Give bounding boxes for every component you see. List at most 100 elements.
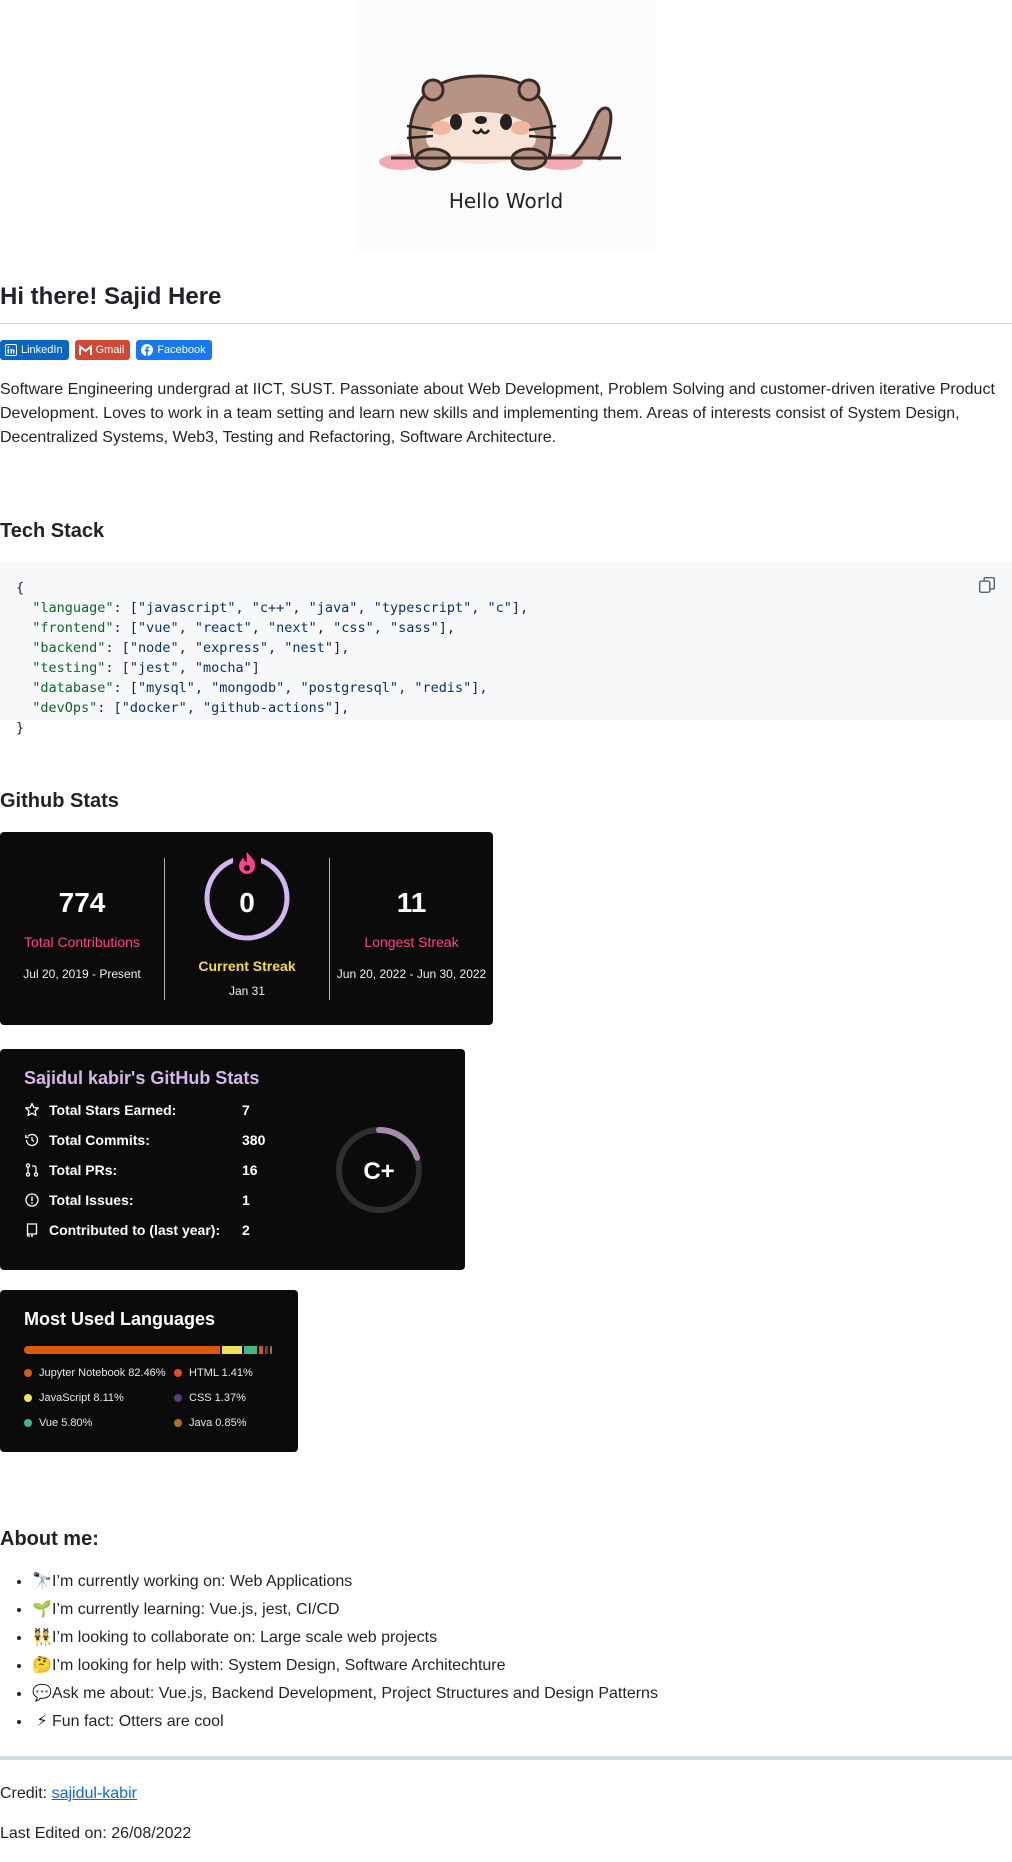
history-icon bbox=[25, 1133, 39, 1147]
divider bbox=[0, 1756, 1012, 1760]
stat-row-issues: Total Issues: 1 bbox=[24, 1190, 250, 1210]
about-list-item: 👯I’m looking to collaborate on: Large sc… bbox=[32, 1624, 1012, 1652]
bio-paragraph: Software Engineering undergrad at IICT, … bbox=[0, 381, 995, 446]
linkedin-label: LinkedIn bbox=[21, 343, 63, 356]
stat-value: 7 bbox=[242, 1101, 250, 1118]
language-label: CSS 1.37% bbox=[189, 1392, 246, 1404]
linkedin-badge[interactable]: LinkedIn bbox=[0, 340, 69, 360]
emoji-icon: 💬 bbox=[32, 1685, 52, 1702]
gmail-badge[interactable]: Gmail bbox=[74, 340, 131, 360]
language-label: JavaScript 8.11% bbox=[39, 1392, 124, 1404]
language-bar-segment bbox=[269, 1346, 272, 1354]
language-bar-segment bbox=[222, 1346, 242, 1354]
github-stats-card: Sajidul kabir's GitHub Stats Total Stars… bbox=[0, 1049, 465, 1270]
hero-caption: Hello World bbox=[448, 189, 564, 213]
emoji-icon: 🔭 bbox=[32, 1573, 52, 1590]
longest-streak-column: 11 Longest Streak Jun 20, 2022 - Jun 30,… bbox=[330, 832, 493, 1025]
language-legend-item: CSS 1.37% bbox=[174, 1390, 246, 1407]
copy-icon[interactable] bbox=[978, 576, 996, 594]
current-streak-dates: Jan 31 bbox=[228, 984, 266, 998]
credit-line: Credit: sajidul-kabir bbox=[0, 1782, 1012, 1806]
language-label: Vue 5.80% bbox=[39, 1417, 93, 1429]
stat-row-stars: Total Stars Earned: 7 bbox=[24, 1100, 250, 1120]
longest-streak-label: Longest Streak bbox=[364, 934, 459, 950]
facebook-label: Facebook bbox=[157, 343, 206, 356]
language-legend-item: HTML 1.41% bbox=[174, 1365, 253, 1382]
tech-stack-code-block: { "language": ["javascript", "c++", "jav… bbox=[0, 562, 1012, 736]
emoji-icon: 🤔 bbox=[32, 1657, 52, 1674]
code-line: "backend": ["node", "express", "nest"], bbox=[32, 640, 350, 656]
language-color-dot bbox=[174, 1369, 182, 1378]
language-label: Java 0.85% bbox=[189, 1417, 247, 1429]
language-legend-item: Jupyter Notebook 82.46% bbox=[24, 1365, 166, 1382]
about-heading: About me: bbox=[0, 1528, 99, 1550]
total-contributions-label: Total Contributions bbox=[24, 934, 140, 950]
language-color-dot bbox=[24, 1369, 32, 1378]
facebook-badge[interactable]: Facebook bbox=[136, 340, 212, 360]
language-legend-item: Java 0.85% bbox=[174, 1415, 246, 1432]
about-item-text: I’m currently working on: Web Applicatio… bbox=[52, 1573, 353, 1590]
code-content: { "language": ["javascript", "c++", "jav… bbox=[16, 578, 996, 738]
social-badges: LinkedIn Gmail Facebook bbox=[0, 340, 1012, 360]
language-color-dot bbox=[174, 1419, 182, 1428]
issue-icon bbox=[25, 1193, 39, 1207]
languages-progress-bar bbox=[24, 1346, 274, 1354]
stat-value: 380 bbox=[242, 1131, 266, 1148]
language-legend-item: JavaScript 8.11% bbox=[24, 1390, 124, 1407]
hero-card: Hello World bbox=[357, 0, 655, 250]
language-label: HTML 1.41% bbox=[189, 1367, 253, 1379]
language-bar-segment bbox=[259, 1346, 263, 1354]
code-line: "language": ["javascript", "c++", "java"… bbox=[32, 600, 529, 616]
language-legend-item: Vue 5.80% bbox=[24, 1415, 92, 1432]
code-line: } bbox=[16, 720, 25, 736]
about-item-text: I’m currently learning: Vue.js, jest, CI… bbox=[52, 1601, 340, 1618]
total-contributions-value: 774 bbox=[58, 887, 106, 918]
linkedin-icon bbox=[4, 344, 17, 357]
pull-request-icon bbox=[25, 1163, 39, 1177]
languages-card: Most Used Languages Jupyter Notebook 82.… bbox=[0, 1290, 298, 1452]
stat-label: Contributed to (last year): bbox=[49, 1221, 221, 1238]
about-list-item: 🌱I’m currently learning: Vue.js, jest, C… bbox=[32, 1596, 1012, 1624]
gmail-label: Gmail bbox=[95, 343, 125, 356]
about-list-item: ⚡Fun fact: Otters are cool bbox=[32, 1708, 1012, 1736]
code-line: { bbox=[16, 580, 25, 596]
stat-label: Total PRs: bbox=[49, 1161, 118, 1178]
stat-value: 2 bbox=[242, 1221, 250, 1238]
about-list-item: 🔭I’m currently working on: Web Applicati… bbox=[32, 1568, 1012, 1596]
language-bar-segment bbox=[264, 1346, 268, 1354]
stat-row-prs: Total PRs: 16 bbox=[24, 1160, 258, 1180]
stats-card-title: Sajidul kabir's GitHub Stats bbox=[24, 1068, 260, 1088]
repo-icon bbox=[26, 1223, 38, 1237]
longest-streak-value: 11 bbox=[396, 887, 427, 918]
about-item-text: I’m looking for help with: System Design… bbox=[52, 1657, 506, 1674]
credit-link[interactable]: sajidul-kabir bbox=[52, 1785, 137, 1802]
page-title: Hi there! Sajid Here bbox=[0, 279, 1012, 324]
language-color-dot bbox=[174, 1394, 182, 1403]
stat-label: Total Stars Earned: bbox=[49, 1101, 177, 1118]
streak-card: 774 Total Contributions Jul 20, 2019 - P… bbox=[0, 832, 493, 1025]
language-color-dot bbox=[24, 1419, 32, 1428]
stat-label: Total Commits: bbox=[49, 1131, 150, 1148]
code-line: "database": ["mysql", "mongodb", "postgr… bbox=[32, 680, 488, 696]
stat-row-contributed: Contributed to (last year): 2 bbox=[24, 1220, 250, 1240]
stat-value: 1 bbox=[242, 1191, 250, 1208]
about-list-item: 💬Ask me about: Vue.js, Backend Developme… bbox=[32, 1680, 1012, 1708]
last-edited: Last Edited on: 26/08/2022 bbox=[0, 1825, 192, 1842]
about-item-text: Fun fact: Otters are cool bbox=[52, 1713, 224, 1730]
emoji-icon: 🌱 bbox=[32, 1601, 52, 1618]
current-streak-column: 0 Current Streak Jan 31 bbox=[165, 832, 329, 1025]
emoji-icon: 👯 bbox=[32, 1629, 52, 1646]
otter-illustration bbox=[379, 74, 621, 171]
about-item-text: Ask me about: Vue.js, Backend Developmen… bbox=[52, 1685, 658, 1702]
credit-label: Credit: bbox=[0, 1785, 52, 1802]
stat-value: 16 bbox=[242, 1161, 258, 1178]
about-item-text: I’m looking to collaborate on: Large sca… bbox=[52, 1629, 438, 1646]
rank-grade: C+ bbox=[363, 1158, 395, 1185]
code-line: "frontend": ["vue", "react", "next", "cs… bbox=[32, 620, 456, 636]
stat-row-commits: Total Commits: 380 bbox=[24, 1130, 265, 1150]
longest-streak-dates: Jun 20, 2022 - Jun 30, 2022 bbox=[336, 967, 487, 981]
tech-stack-heading: Tech Stack bbox=[0, 520, 105, 542]
code-line: "devOps": ["docker", "github-actions"], bbox=[32, 700, 350, 716]
language-color-dot bbox=[24, 1394, 32, 1403]
code-line: "testing": ["jest", "mocha"] bbox=[32, 660, 260, 676]
